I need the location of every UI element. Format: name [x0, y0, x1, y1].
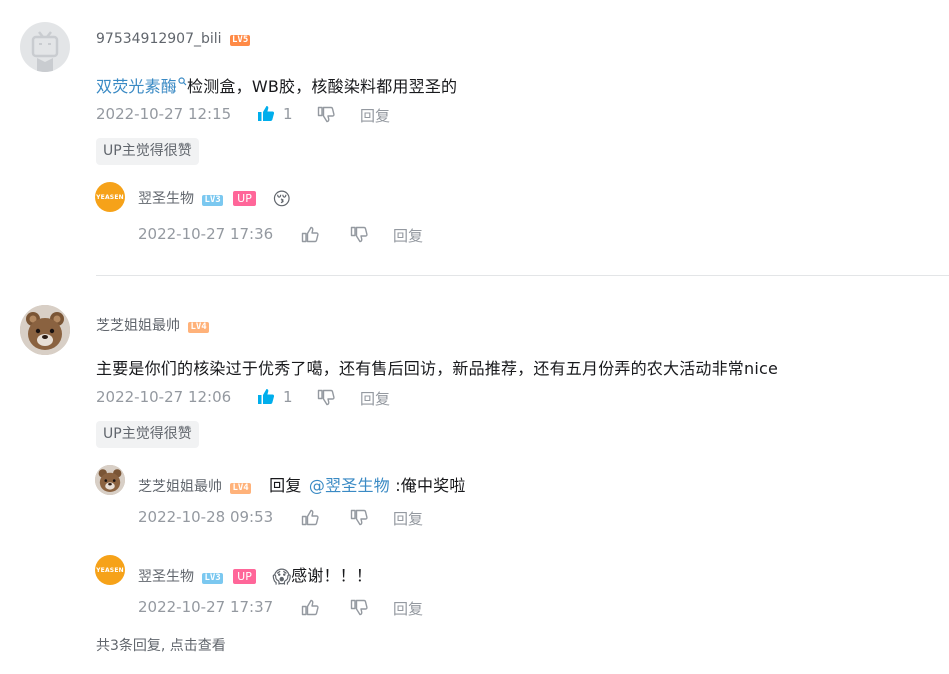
reply-time: 2022-10-27 17:37 [138, 598, 274, 616]
username[interactable]: 97534912907_bili [96, 31, 222, 47]
reply-text: 感谢！！！ [291, 566, 373, 585]
reply-time: 2022-10-27 17:36 [138, 225, 274, 243]
like-icon[interactable] [301, 226, 319, 243]
dislike-icon[interactable] [350, 599, 368, 616]
teddy-bear-avatar-icon [95, 465, 125, 495]
view-more-replies-link[interactable]: 共3条回复, 点击查看 [96, 635, 226, 655]
reply-text: :俺中奖啦 [395, 476, 466, 495]
username[interactable]: 芝芝姐姐最帅 [138, 479, 222, 495]
like-icon[interactable] [257, 105, 275, 122]
comment-time: 2022-10-27 12:15 [96, 105, 232, 123]
reply-time: 2022-10-28 09:53 [138, 508, 274, 526]
dislike-icon[interactable] [350, 226, 368, 243]
level-badge: LV5 [230, 35, 251, 46]
like-count: 1 [283, 388, 293, 406]
up-badge: UP [233, 191, 256, 206]
dislike-icon[interactable] [317, 389, 335, 406]
reply-button[interactable]: 回复 [360, 388, 390, 409]
like-icon[interactable] [257, 388, 275, 405]
teddy-bear-avatar-icon [20, 305, 70, 355]
comment-text: 检测盒，WB胶，核酸染料都用翌圣的 [187, 77, 458, 96]
comment-divider [96, 275, 949, 276]
like-icon[interactable] [301, 599, 319, 616]
comment-time: 2022-10-27 12:06 [96, 388, 232, 406]
search-keyword-link[interactable]: 双荧光素酶 [96, 77, 177, 96]
username[interactable]: 翌圣生物 [138, 191, 194, 207]
username[interactable]: 芝芝姐姐最帅 [96, 318, 180, 334]
up-badge: UP [233, 569, 256, 584]
level-badge: LV4 [230, 483, 251, 494]
level-badge: LV3 [202, 195, 223, 206]
avatar[interactable] [20, 22, 70, 72]
reply-content: 回复 @翌圣生物 :俺中奖啦 [269, 476, 465, 495]
avatar[interactable]: YEASEN [95, 182, 125, 212]
emoji-kissing-icon: 😚 [272, 189, 292, 210]
level-badge: LV3 [202, 573, 223, 584]
like-icon[interactable] [301, 509, 319, 526]
tv-placeholder-icon [31, 31, 59, 72]
avatar[interactable]: YEASEN [95, 555, 125, 585]
reply-prefix: 回复 [269, 476, 302, 495]
avatar[interactable] [20, 305, 70, 355]
reply-button[interactable]: 回复 [360, 105, 390, 126]
dislike-icon[interactable] [350, 509, 368, 526]
comment-content: 双荧光素酶 检测盒，WB胶，核酸染料都用翌圣的 [96, 71, 457, 97]
comment-text: 主要是你们的核染过于优秀了噶，还有售后回访，新品推荐，还有五月份弄的农大活动非常… [96, 359, 779, 378]
dislike-icon[interactable] [317, 106, 335, 123]
username[interactable]: 翌圣生物 [138, 569, 194, 585]
up-liked-tag: UP主觉得很赞 [96, 421, 199, 448]
reply-button[interactable]: 回复 [393, 508, 423, 529]
avatar[interactable] [95, 465, 125, 495]
emoji-scream-icon: 😱 [272, 567, 292, 588]
search-small-icon[interactable] [178, 71, 187, 90]
level-badge: LV4 [188, 322, 209, 333]
reply-button[interactable]: 回复 [393, 598, 423, 619]
reply-button[interactable]: 回复 [393, 225, 423, 246]
like-count: 1 [283, 105, 293, 123]
mention-link[interactable]: @翌圣生物 [309, 476, 390, 495]
up-liked-tag: UP主觉得很赞 [96, 138, 199, 165]
